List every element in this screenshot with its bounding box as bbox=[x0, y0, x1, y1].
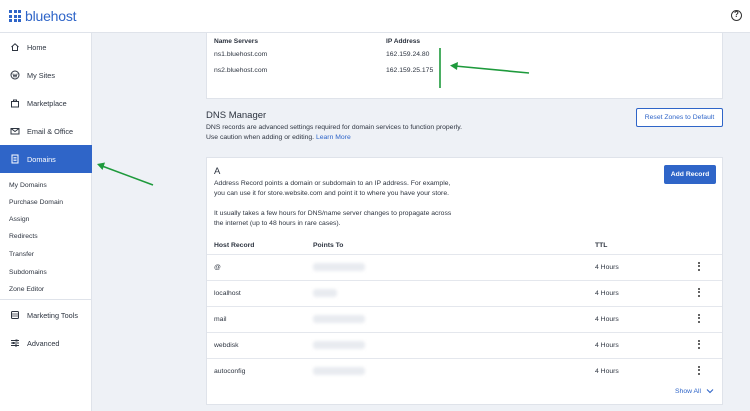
host-record-cell: webdisk bbox=[214, 342, 239, 349]
name-servers-card: Name Servers IP Address ns1.bluehost.com… bbox=[206, 33, 723, 99]
bluehost-logo[interactable]: bluehost bbox=[9, 8, 77, 24]
sidebar-subitem-subdomains[interactable]: Subdomains bbox=[9, 269, 47, 276]
sidebar-item-label: Marketing Tools bbox=[27, 310, 78, 320]
home-icon bbox=[10, 42, 20, 52]
sidebar-subitem-my-domains[interactable]: My Domains bbox=[9, 182, 47, 189]
ip-address-1: 162.159.24.80 bbox=[386, 51, 430, 58]
help-icon[interactable]: ? bbox=[731, 10, 742, 21]
table-row: @ 4 Hours bbox=[207, 254, 722, 280]
add-record-button[interactable]: Add Record bbox=[664, 165, 716, 184]
sidebar-subitem-assign[interactable]: Assign bbox=[9, 216, 29, 223]
learn-more-link[interactable]: Learn More bbox=[316, 134, 351, 141]
points-to-redacted bbox=[313, 289, 337, 297]
sidebar-subitem-redirects[interactable]: Redirects bbox=[9, 233, 38, 240]
sliders-icon bbox=[10, 338, 20, 348]
logo-grid-icon bbox=[9, 10, 21, 22]
brand-name: bluehost bbox=[25, 8, 77, 24]
wordpress-icon bbox=[10, 70, 20, 80]
points-to-redacted bbox=[313, 341, 365, 349]
points-to-redacted bbox=[313, 367, 365, 375]
annotation-arrowhead-domains bbox=[97, 162, 105, 170]
sidebar-subitem-zone-editor[interactable]: Zone Editor bbox=[9, 286, 44, 293]
host-record-cell: @ bbox=[214, 264, 221, 271]
host-record-cell: mail bbox=[214, 316, 227, 323]
a-records-card: A Address Record points a domain or subd… bbox=[206, 157, 723, 405]
sidebar-item-email-office[interactable]: Email & Office bbox=[0, 117, 92, 145]
table-row: localhost 4 Hours bbox=[207, 280, 722, 306]
record-type-title: A bbox=[214, 166, 221, 177]
mail-icon bbox=[10, 126, 20, 136]
dns-manager-title: DNS Manager bbox=[206, 110, 267, 121]
domains-icon bbox=[10, 154, 20, 164]
dns-manager-description: DNS records are advanced settings requir… bbox=[206, 123, 466, 144]
sidebar: Home My Sites Marketplace Email & Office… bbox=[0, 33, 92, 411]
bag-icon bbox=[10, 98, 20, 108]
ttl-cell: 4 Hours bbox=[595, 264, 619, 271]
name-servers-header: Name Servers bbox=[214, 38, 258, 45]
ip-address-header: IP Address bbox=[386, 38, 421, 45]
ip-address-2: 162.159.25.175 bbox=[386, 67, 434, 74]
column-header-host: Host Record bbox=[214, 242, 255, 249]
name-server-1: ns1.bluehost.com bbox=[214, 51, 268, 58]
show-all-link[interactable]: Show All bbox=[675, 388, 714, 395]
sidebar-divider bbox=[0, 299, 92, 300]
sidebar-subitem-transfer[interactable]: Transfer bbox=[9, 251, 34, 258]
sidebar-item-home[interactable]: Home bbox=[0, 33, 92, 61]
column-header-ttl: TTL bbox=[595, 242, 608, 249]
top-bar: bluehost ? bbox=[0, 0, 750, 33]
sidebar-item-label: Marketplace bbox=[27, 98, 67, 108]
sidebar-item-label: My Sites bbox=[27, 70, 55, 80]
sidebar-item-domains[interactable]: Domains bbox=[0, 145, 92, 173]
sidebar-subitem-purchase-domain[interactable]: Purchase Domain bbox=[9, 199, 63, 206]
ttl-cell: 4 Hours bbox=[595, 342, 619, 349]
name-server-2: ns2.bluehost.com bbox=[214, 67, 268, 74]
marketing-icon bbox=[10, 310, 20, 320]
sidebar-item-label: Advanced bbox=[27, 338, 60, 348]
column-header-points-to: Points To bbox=[313, 242, 344, 249]
host-record-cell: localhost bbox=[214, 290, 241, 297]
more-options-icon[interactable] bbox=[698, 366, 701, 376]
reset-zones-button[interactable]: Reset Zones to Default bbox=[636, 108, 723, 127]
more-options-icon[interactable] bbox=[698, 262, 701, 272]
table-row: webdisk 4 Hours bbox=[207, 332, 722, 358]
show-all-label: Show All bbox=[675, 388, 702, 395]
host-record-cell: autoconfig bbox=[214, 368, 246, 375]
points-to-redacted bbox=[313, 263, 365, 271]
propagation-note-line: the internet (up to 48 hours in rare cas… bbox=[214, 220, 341, 227]
ttl-cell: 4 Hours bbox=[595, 290, 619, 297]
sidebar-item-advanced[interactable]: Advanced bbox=[0, 329, 92, 357]
record-description-line: you can use it for store.website.com and… bbox=[214, 190, 449, 197]
table-row: mail 4 Hours bbox=[207, 306, 722, 332]
ttl-cell: 4 Hours bbox=[595, 316, 619, 323]
record-description-line: Address Record points a domain or subdom… bbox=[214, 180, 451, 187]
sidebar-item-label: Domains bbox=[27, 154, 56, 164]
sidebar-item-label: Email & Office bbox=[27, 126, 74, 136]
propagation-note-line: It usually takes a few hours for DNS/nam… bbox=[214, 210, 452, 217]
sidebar-item-my-sites[interactable]: My Sites bbox=[0, 61, 92, 89]
sidebar-item-marketing-tools[interactable]: Marketing Tools bbox=[0, 301, 92, 329]
ttl-cell: 4 Hours bbox=[595, 368, 619, 375]
annotation-arrow-domains bbox=[101, 165, 154, 186]
table-row: autoconfig 4 Hours bbox=[207, 358, 722, 384]
sidebar-item-marketplace[interactable]: Marketplace bbox=[0, 89, 92, 117]
sidebar-item-label: Home bbox=[27, 42, 47, 52]
chevron-down-icon bbox=[706, 389, 714, 394]
more-options-icon[interactable] bbox=[698, 314, 701, 324]
more-options-icon[interactable] bbox=[698, 340, 701, 350]
points-to-redacted bbox=[313, 315, 365, 323]
more-options-icon[interactable] bbox=[698, 288, 701, 298]
